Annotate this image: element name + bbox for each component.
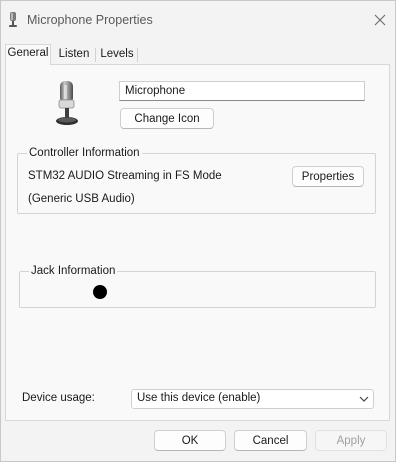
device-usage-select[interactable]: Use this device (enable): [131, 389, 374, 409]
device-usage-label: Device usage:: [22, 392, 95, 404]
device-name-field[interactable]: [119, 81, 365, 101]
dialog-window: Microphone Properties General Listen Lev…: [0, 0, 396, 462]
tab-separator: [137, 48, 138, 62]
tab-strip: General Listen Levels: [5, 44, 390, 65]
jack-information-group: Jack Information: [19, 264, 376, 308]
cancel-button[interactable]: Cancel: [234, 430, 307, 451]
chevron-down-icon: [359, 396, 369, 402]
controller-information-label: Controller Information: [27, 146, 142, 161]
properties-button[interactable]: Properties: [292, 166, 364, 187]
controller-information-group: Controller Information STM32 AUDIO Strea…: [17, 146, 376, 214]
close-icon: [374, 14, 386, 26]
controller-driver: (Generic USB Audio): [28, 193, 135, 205]
change-icon-button[interactable]: Change Icon: [120, 108, 214, 129]
device-usage-value: Use this device (enable): [137, 392, 261, 404]
title-bar[interactable]: Microphone Properties: [1, 1, 395, 39]
general-panel: Change Icon Controller Information STM32…: [5, 64, 390, 421]
jack-color-dot: [93, 285, 107, 299]
tab-general[interactable]: General: [5, 44, 51, 65]
tab-separator: [95, 48, 96, 62]
tab-listen[interactable]: Listen: [55, 46, 93, 64]
window-title: Microphone Properties: [27, 13, 153, 27]
tab-levels[interactable]: Levels: [98, 46, 136, 64]
apply-button[interactable]: Apply: [315, 430, 387, 451]
ok-button[interactable]: OK: [154, 430, 226, 451]
close-button[interactable]: [367, 7, 393, 33]
microphone-icon: [9, 12, 17, 27]
jack-information-label: Jack Information: [29, 264, 118, 279]
microphone-icon: [56, 81, 78, 125]
controller-name: STM32 AUDIO Streaming in FS Mode: [28, 170, 222, 182]
